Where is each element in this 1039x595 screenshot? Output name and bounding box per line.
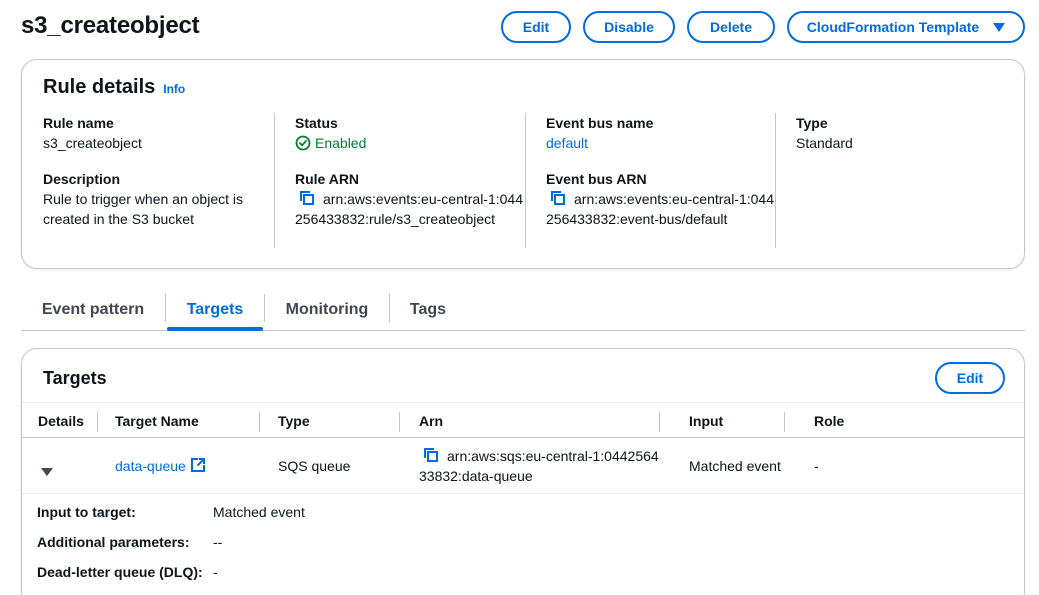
rule-details-column-1: Rule name s3_createobject Description Ru… [43,113,273,248]
dlq-value: - [213,564,218,580]
table-row: data-queue SQS queue arn:aws:sqs:eu-cent… [22,438,1024,494]
event-bus-arn-block: arn:aws:events:eu-central-1:044256433832… [546,189,775,229]
external-link-icon [190,458,205,472]
description-value: Rule to trigger when an object is create… [43,191,243,227]
page-title: s3_createobject [21,12,200,39]
check-circle-icon [295,135,311,151]
rule-details-column-4: Type Standard [775,113,1005,248]
delete-button[interactable]: Delete [687,11,775,43]
copy-icon[interactable] [423,447,439,463]
description-label: Description [43,171,121,187]
target-arn-block: arn:aws:sqs:eu-central-1:044256433832:da… [419,446,659,486]
copy-icon[interactable] [550,190,566,206]
status-label: Status [295,115,338,131]
event-bus-arn-value: arn:aws:events:eu-central-1:044256433832… [546,191,774,227]
caret-down-icon [993,22,1006,32]
delete-button-label: Delete [709,19,753,35]
column-header-target-name: Target Name [115,413,199,429]
rule-name-label: Rule name [43,115,114,131]
target-type-value: SQS queue [278,458,351,474]
tab-monitoring[interactable]: Monitoring [266,290,388,330]
info-link[interactable]: Info [163,82,185,96]
cloudformation-template-button[interactable]: CloudFormation Template [787,11,1025,43]
column-header-type: Type [278,413,310,429]
targets-card: Targets Edit Details Target Name Type Ar… [21,348,1025,595]
event-bus-name-label: Event bus name [546,115,654,131]
target-role-value: - [814,458,819,474]
edit-targets-button[interactable]: Edit [935,362,1005,394]
input-to-target-label: Input to target: [37,504,136,520]
disable-button-label: Disable [604,19,654,35]
rule-details-heading: Rule details [43,76,156,98]
column-header-role: Role [814,413,845,429]
status-value: Enabled [315,135,367,151]
rule-details-column-2: Status Enabled Rule ARN arn:aws:events:e… [274,113,524,248]
targets-heading: Targets [43,368,107,388]
additional-parameters-label: Additional parameters: [37,534,190,550]
status-indicator: Enabled [295,133,524,153]
edit-targets-button-label: Edit [956,370,984,386]
column-header-arn: Arn [419,413,444,429]
column-header-details: Details [38,413,84,429]
rule-arn-value: arn:aws:events:eu-central-1:044256433832… [295,191,523,227]
rule-details-heading-row: Rule details Info [43,76,185,99]
target-input-value: Matched event [689,458,781,474]
disable-button[interactable]: Disable [583,11,675,43]
type-value: Standard [796,135,853,151]
copy-icon[interactable] [299,190,315,206]
edit-button-label: Edit [522,19,550,35]
target-name-link[interactable]: data-queue [115,456,206,476]
rule-details-column-3: Event bus name default Event bus ARN arn… [525,113,775,248]
tab-targets[interactable]: Targets [167,290,263,331]
cloudformation-template-label: CloudFormation Template [806,19,980,35]
input-to-target-value: Matched event [213,504,305,520]
tab-event-pattern[interactable]: Event pattern [21,290,165,330]
tab-bar: Event pattern Targets Monitoring Tags [21,290,1025,331]
column-header-input: Input [689,413,724,429]
target-arn-value: arn:aws:sqs:eu-central-1:044256433832:da… [419,448,659,484]
rule-details-card: Rule details Info Rule name s3_createobj… [21,59,1025,269]
rule-arn-label: Rule ARN [295,171,360,187]
expand-row-toggle[interactable] [41,461,53,481]
event-bus-arn-label: Event bus ARN [546,171,647,187]
rule-arn-block: arn:aws:events:eu-central-1:044256433832… [295,189,524,229]
caret-down-icon [41,468,53,476]
rule-name-value: s3_createobject [43,135,142,151]
edit-button[interactable]: Edit [501,11,571,43]
target-name-value: data-queue [115,458,186,474]
targets-table-header: Details Target Name Type Arn Input Role [22,402,1024,438]
event-bus-name-link[interactable]: default [546,133,775,153]
tab-tags[interactable]: Tags [391,290,465,330]
additional-parameters-value: -- [213,534,223,550]
type-label: Type [796,115,828,131]
dlq-label: Dead-letter queue (DLQ): [37,564,203,580]
